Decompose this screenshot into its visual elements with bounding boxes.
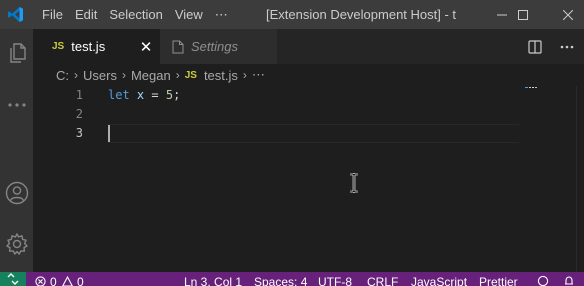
breadcrumb-separator: ›	[74, 68, 78, 82]
more-views-button[interactable]	[0, 89, 33, 121]
editor-tab-bar: JS test.js ✕ Settings	[33, 29, 584, 64]
status-bar: 0 0 Ln 3, Col 1 Spaces: 4 UTF-8 CRLF Jav…	[0, 272, 584, 286]
tab-test-js[interactable]: JS test.js ✕	[33, 29, 160, 64]
breadcrumb-drive[interactable]: C:	[56, 68, 69, 83]
warning-count[interactable]: 0	[77, 275, 84, 286]
menu-selection[interactable]: Selection	[103, 0, 168, 29]
close-window-button[interactable]	[545, 0, 584, 29]
variable-token: x	[136, 88, 145, 102]
code-editor[interactable]: 1 2 3 let x = 5;	[33, 86, 584, 272]
tab-settings[interactable]: Settings	[160, 29, 278, 64]
language-mode[interactable]: JavaScript	[411, 275, 467, 286]
operator-token: =	[151, 88, 159, 102]
ellipsis-icon	[560, 45, 574, 48]
activity-bar	[0, 29, 33, 272]
error-icon[interactable]	[35, 276, 46, 286]
gear-icon	[5, 233, 28, 255]
menu-bar: File Edit Selection View ⋯	[36, 0, 234, 29]
vertical-scrollbar[interactable]	[576, 86, 584, 272]
remote-button[interactable]	[0, 272, 26, 286]
tab-label: test.js	[71, 39, 106, 54]
accounts-button[interactable]	[0, 177, 33, 209]
window-title: [Extension Development Host] - t...	[266, 7, 456, 22]
current-line-highlight	[107, 124, 519, 143]
number-token: 5	[165, 88, 174, 102]
breadcrumb-symbols[interactable]: ⋯	[252, 67, 265, 83]
menu-edit[interactable]: Edit	[69, 0, 103, 29]
text-cursor	[108, 125, 110, 142]
ellipsis-icon	[7, 103, 26, 107]
manage-button[interactable]	[0, 228, 33, 260]
remote-icon	[7, 273, 19, 285]
account-icon	[5, 181, 28, 205]
breadcrumb: C: › Users › Megan › JS test.js › ⋯	[33, 64, 584, 86]
file-icon	[172, 40, 184, 53]
error-count[interactable]: 0	[50, 275, 57, 286]
breadcrumb-separator: ›	[175, 68, 180, 82]
encoding-setting[interactable]: UTF-8	[318, 275, 352, 286]
minimap[interactable]	[525, 86, 565, 89]
maximize-icon	[518, 9, 528, 20]
breadcrumb-megan[interactable]: Megan	[131, 68, 171, 83]
explorer-button[interactable]	[0, 37, 33, 69]
editor-more-actions-button[interactable]	[555, 29, 579, 64]
menu-view[interactable]: View	[169, 0, 209, 29]
line-number: 1	[75, 88, 83, 102]
breadcrumb-users[interactable]: Users	[83, 68, 117, 83]
indentation-setting[interactable]: Spaces: 4	[254, 275, 307, 286]
code-line-1: let x = 5;	[108, 86, 180, 105]
semicolon-token: ;	[173, 88, 181, 102]
close-icon	[563, 9, 573, 20]
warning-icon[interactable]	[62, 276, 73, 286]
title-bar: File Edit Selection View ⋯ [Extension De…	[0, 0, 584, 29]
breadcrumb-file[interactable]: test.js	[204, 68, 238, 83]
cursor-position[interactable]: Ln 3, Col 1	[184, 275, 242, 286]
bell-icon[interactable]	[563, 275, 575, 286]
menu-more[interactable]: ⋯	[209, 0, 234, 29]
split-editor-icon	[528, 39, 542, 54]
vscode-logo-icon	[2, 0, 28, 29]
close-tab-button[interactable]: ✕	[136, 29, 156, 64]
javascript-file-icon: JS	[52, 41, 65, 52]
files-icon	[9, 43, 26, 63]
split-editor-button[interactable]	[523, 29, 547, 64]
eol-setting[interactable]: CRLF	[367, 275, 398, 286]
javascript-file-icon: JS	[184, 69, 197, 81]
menu-file[interactable]: File	[36, 0, 69, 29]
keyword-token: let	[108, 88, 130, 102]
maximize-button[interactable]	[500, 0, 546, 29]
prettier-status[interactable]: Prettier	[479, 275, 518, 286]
mouse-ibeam-cursor-icon	[350, 173, 358, 193]
breadcrumb-separator: ›	[121, 68, 126, 82]
breadcrumb-separator: ›	[242, 68, 247, 82]
line-number-active: 3	[75, 126, 83, 140]
line-number: 2	[75, 107, 83, 121]
feedback-icon[interactable]	[537, 275, 549, 286]
tab-label: Settings	[191, 39, 238, 54]
